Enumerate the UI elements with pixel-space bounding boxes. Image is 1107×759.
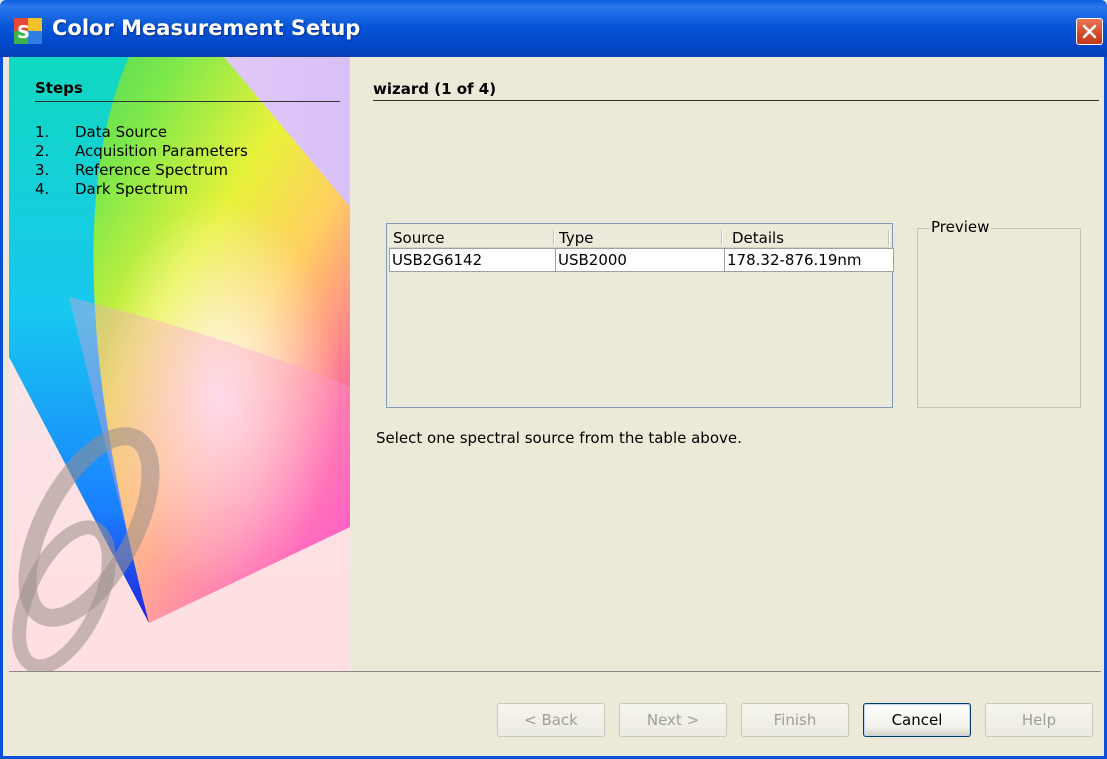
steps-title: Steps [35,79,83,97]
table-header: Source Type Details [389,226,890,248]
finish-button[interactable]: Finish [741,703,849,737]
source-table[interactable]: Source Type Details USB2G6142 USB2000 17… [386,223,894,408]
steps-panel: Steps 1. Data Source 2. Acquisition Parame… [9,57,350,671]
cell-details: 178.32-876.19nm [727,251,862,269]
step-number: 2. [35,142,50,160]
steps-divider [35,101,340,102]
column-header-source[interactable]: Source [389,226,555,247]
next-button[interactable]: Next > [619,703,727,737]
wizard-title: wizard (1 of 4) [373,80,497,98]
column-header-type[interactable]: Type [555,226,724,247]
table-row[interactable]: USB2G6142 USB2000 178.32-876.19nm [389,248,894,272]
svg-text:S: S [17,22,30,43]
step-item: 3. Reference Spectrum [35,161,248,180]
window-title: Color Measurement Setup [52,16,361,40]
close-button[interactable] [1076,18,1103,45]
step-label: Acquisition Parameters [75,142,248,160]
cell-type: USB2000 [556,249,725,271]
cancel-button[interactable]: Cancel [863,703,971,737]
step-list: 1. Data Source 2. Acquisition Parameters 3… [35,123,248,199]
button-bar-divider [9,671,1101,672]
help-button[interactable]: Help [985,703,1093,737]
back-button[interactable]: < Back [497,703,605,737]
column-divider[interactable] [888,230,890,245]
step-label: Data Source [75,123,168,141]
step-item: 2. Acquisition Parameters [35,142,248,161]
step-number: 4. [35,180,50,198]
step-number: 3. [35,161,50,179]
step-label: Reference Spectrum [75,161,228,179]
spectrasuite-icon: S [14,18,42,44]
step-item: 1. Data Source [35,123,248,142]
step-item: 4. Dark Spectrum [35,180,248,199]
instruction-text: Select one spectral source from the tabl… [376,429,742,447]
wizard-divider [373,100,1099,101]
cell-source: USB2G6142 [390,249,556,271]
step-label: Dark Spectrum [75,180,189,198]
column-header-details[interactable]: Details [728,226,890,247]
close-icon [1082,24,1097,39]
column-divider[interactable] [721,230,723,245]
title-bar[interactable]: S Color Measurement Setup [0,0,1107,57]
step-number: 1. [35,123,50,141]
preview-group [917,228,1081,408]
preview-label: Preview [929,218,992,236]
